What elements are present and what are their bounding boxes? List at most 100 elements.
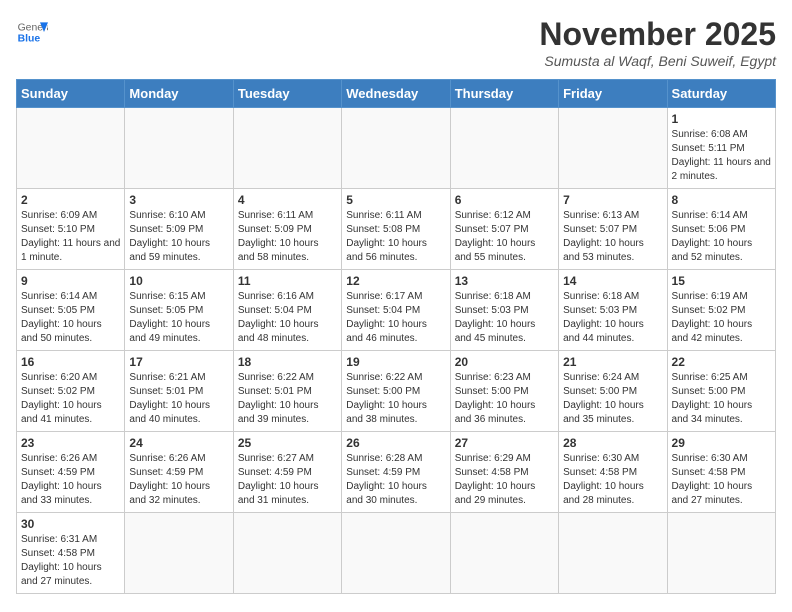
day-number: 24 xyxy=(129,436,228,450)
calendar-cell: 26 Sunrise: 6:28 AM Sunset: 4:59 PM Dayli… xyxy=(342,432,450,513)
calendar-cell xyxy=(559,108,667,189)
day-number: 28 xyxy=(563,436,662,450)
calendar-cell: 19Sunrise: 6:22 AM Sunset: 5:00 PM Dayli… xyxy=(342,351,450,432)
calendar-cell: 30Sunrise: 6:31 AM Sunset: 4:58 PM Dayli… xyxy=(17,513,125,594)
day-info: Sunrise: 6:18 AM Sunset: 5:03 PM Dayligh… xyxy=(455,290,554,346)
day-info: Sunrise: 6:16 AM Sunset: 5:04 PM Dayligh… xyxy=(238,290,337,346)
column-header-sunday: Sunday xyxy=(17,80,125,108)
calendar-cell: 23 Sunrise: 6:26 AM Sunset: 4:59 PM Dayli… xyxy=(17,432,125,513)
calendar-cell: 17 Sunrise: 6:21 AM Sunset: 5:01 PM Dayli… xyxy=(125,351,233,432)
logo: General Blue xyxy=(16,16,48,48)
page-header: General Blue November 2025 Sumusta al Wa… xyxy=(16,16,776,69)
calendar-week-row: 2 Sunrise: 6:09 AM Sunset: 5:10 PM Daylig… xyxy=(17,189,776,270)
calendar-cell: 8Sunrise: 6:14 AM Sunset: 5:06 PM Daylig… xyxy=(667,189,775,270)
calendar-cell: 24 Sunrise: 6:26 AM Sunset: 4:59 PM Dayli… xyxy=(125,432,233,513)
calendar-week-row: 1 Sunrise: 6:08 AM Sunset: 5:11 PM Daylig… xyxy=(17,108,776,189)
day-info: Sunrise: 6:10 AM Sunset: 5:09 PM Dayligh… xyxy=(129,209,228,265)
calendar-cell: 4 Sunrise: 6:11 AM Sunset: 5:09 PM Daylig… xyxy=(233,189,341,270)
calendar-cell: 12Sunrise: 6:17 AM Sunset: 5:04 PM Dayli… xyxy=(342,270,450,351)
column-header-friday: Friday xyxy=(559,80,667,108)
day-info: Sunrise: 6:24 AM Sunset: 5:00 PM Dayligh… xyxy=(563,371,662,427)
calendar-cell: 22 Sunrise: 6:25 AM Sunset: 5:00 PM Dayli… xyxy=(667,351,775,432)
calendar-cell: 21 Sunrise: 6:24 AM Sunset: 5:00 PM Dayli… xyxy=(559,351,667,432)
day-info: Sunrise: 6:23 AM Sunset: 5:00 PM Dayligh… xyxy=(455,371,554,427)
day-number: 2 xyxy=(21,193,120,207)
month-title: November 2025 xyxy=(539,16,776,53)
location-title: Sumusta al Waqf, Beni Suweif, Egypt xyxy=(539,53,776,69)
day-info: Sunrise: 6:22 AM Sunset: 5:01 PM Dayligh… xyxy=(238,371,337,427)
day-info: Sunrise: 6:14 AM Sunset: 5:06 PM Dayligh… xyxy=(672,209,771,265)
calendar-cell: 25 Sunrise: 6:27 AM Sunset: 4:59 PM Dayli… xyxy=(233,432,341,513)
calendar-cell: 15 Sunrise: 6:19 AM Sunset: 5:02 PM Dayli… xyxy=(667,270,775,351)
calendar-cell: 6 Sunrise: 6:12 AM Sunset: 5:07 PM Daylig… xyxy=(450,189,558,270)
day-number: 27 xyxy=(455,436,554,450)
calendar-cell: 3 Sunrise: 6:10 AM Sunset: 5:09 PM Daylig… xyxy=(125,189,233,270)
svg-text:Blue: Blue xyxy=(18,34,41,45)
day-info: Sunrise: 6:25 AM Sunset: 5:00 PM Dayligh… xyxy=(672,371,771,427)
calendar-cell xyxy=(450,108,558,189)
day-info: Sunrise: 6:18 AM Sunset: 5:03 PM Dayligh… xyxy=(563,290,662,346)
day-info: Sunrise: 6:26 AM Sunset: 4:59 PM Dayligh… xyxy=(21,452,120,508)
day-number: 21 xyxy=(563,355,662,369)
calendar-week-row: 30Sunrise: 6:31 AM Sunset: 4:58 PM Dayli… xyxy=(17,513,776,594)
column-header-wednesday: Wednesday xyxy=(342,80,450,108)
day-number: 20 xyxy=(455,355,554,369)
day-number: 14 xyxy=(563,274,662,288)
calendar-week-row: 23 Sunrise: 6:26 AM Sunset: 4:59 PM Dayli… xyxy=(17,432,776,513)
day-number: 18 xyxy=(238,355,337,369)
day-info: Sunrise: 6:08 AM Sunset: 5:11 PM Dayligh… xyxy=(672,128,771,184)
day-number: 17 xyxy=(129,355,228,369)
day-number: 22 xyxy=(672,355,771,369)
calendar-cell: 11 Sunrise: 6:16 AM Sunset: 5:04 PM Dayli… xyxy=(233,270,341,351)
calendar-cell: 20 Sunrise: 6:23 AM Sunset: 5:00 PM Dayli… xyxy=(450,351,558,432)
day-number: 1 xyxy=(672,112,771,126)
column-header-thursday: Thursday xyxy=(450,80,558,108)
day-number: 11 xyxy=(238,274,337,288)
day-number: 12 xyxy=(346,274,445,288)
day-number: 26 xyxy=(346,436,445,450)
calendar-week-row: 9Sunrise: 6:14 AM Sunset: 5:05 PM Daylig… xyxy=(17,270,776,351)
day-info: Sunrise: 6:26 AM Sunset: 4:59 PM Dayligh… xyxy=(129,452,228,508)
day-info: Sunrise: 6:30 AM Sunset: 4:58 PM Dayligh… xyxy=(563,452,662,508)
column-header-monday: Monday xyxy=(125,80,233,108)
day-info: Sunrise: 6:28 AM Sunset: 4:59 PM Dayligh… xyxy=(346,452,445,508)
calendar-cell xyxy=(125,108,233,189)
day-number: 25 xyxy=(238,436,337,450)
calendar-table: SundayMondayTuesdayWednesdayThursdayFrid… xyxy=(16,79,776,594)
day-info: Sunrise: 6:19 AM Sunset: 5:02 PM Dayligh… xyxy=(672,290,771,346)
day-number: 9 xyxy=(21,274,120,288)
day-number: 29 xyxy=(672,436,771,450)
calendar-cell xyxy=(233,108,341,189)
calendar-cell xyxy=(125,513,233,594)
day-number: 15 xyxy=(672,274,771,288)
day-number: 3 xyxy=(129,193,228,207)
calendar-cell: 29 Sunrise: 6:30 AM Sunset: 4:58 PM Dayli… xyxy=(667,432,775,513)
calendar-cell: 28 Sunrise: 6:30 AM Sunset: 4:58 PM Dayli… xyxy=(559,432,667,513)
calendar-cell xyxy=(342,513,450,594)
day-number: 10 xyxy=(129,274,228,288)
day-info: Sunrise: 6:11 AM Sunset: 5:08 PM Dayligh… xyxy=(346,209,445,265)
calendar-cell: 2 Sunrise: 6:09 AM Sunset: 5:10 PM Daylig… xyxy=(17,189,125,270)
day-number: 23 xyxy=(21,436,120,450)
logo-icon: General Blue xyxy=(16,16,48,48)
day-info: Sunrise: 6:09 AM Sunset: 5:10 PM Dayligh… xyxy=(21,209,120,265)
day-info: Sunrise: 6:21 AM Sunset: 5:01 PM Dayligh… xyxy=(129,371,228,427)
calendar-cell: 5Sunrise: 6:11 AM Sunset: 5:08 PM Daylig… xyxy=(342,189,450,270)
day-info: Sunrise: 6:11 AM Sunset: 5:09 PM Dayligh… xyxy=(238,209,337,265)
calendar-week-row: 16Sunrise: 6:20 AM Sunset: 5:02 PM Dayli… xyxy=(17,351,776,432)
calendar-cell xyxy=(342,108,450,189)
calendar-cell: 1 Sunrise: 6:08 AM Sunset: 5:11 PM Daylig… xyxy=(667,108,775,189)
calendar-cell xyxy=(667,513,775,594)
day-info: Sunrise: 6:30 AM Sunset: 4:58 PM Dayligh… xyxy=(672,452,771,508)
day-number: 6 xyxy=(455,193,554,207)
day-number: 19 xyxy=(346,355,445,369)
column-header-saturday: Saturday xyxy=(667,80,775,108)
day-number: 4 xyxy=(238,193,337,207)
day-number: 16 xyxy=(21,355,120,369)
day-info: Sunrise: 6:12 AM Sunset: 5:07 PM Dayligh… xyxy=(455,209,554,265)
calendar-cell xyxy=(233,513,341,594)
day-number: 30 xyxy=(21,517,120,531)
calendar-cell: 7Sunrise: 6:13 AM Sunset: 5:07 PM Daylig… xyxy=(559,189,667,270)
day-info: Sunrise: 6:27 AM Sunset: 4:59 PM Dayligh… xyxy=(238,452,337,508)
calendar-cell: 13Sunrise: 6:18 AM Sunset: 5:03 PM Dayli… xyxy=(450,270,558,351)
